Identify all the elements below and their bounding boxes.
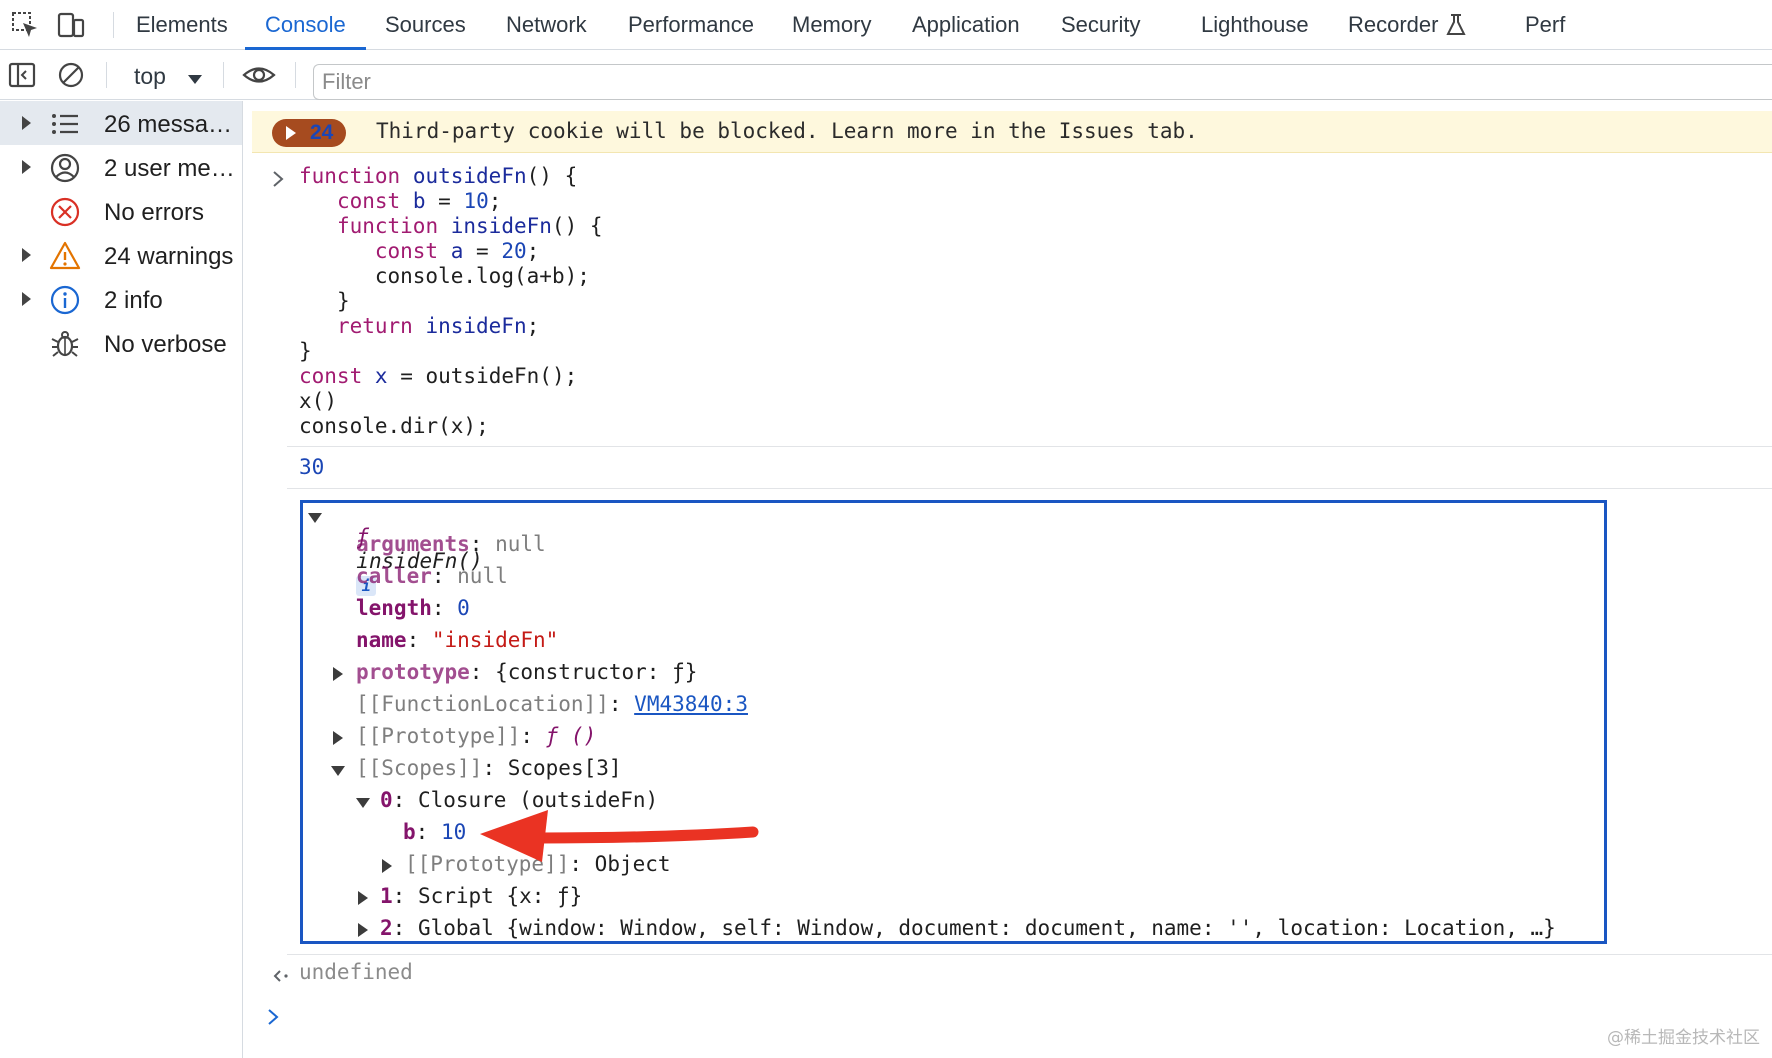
sidebar-item-label: 24 warnings [104,243,234,270]
log-output-value: 30 [299,455,325,479]
prop-prototype[interactable]: prototype: {constructor: ƒ} [356,660,697,684]
code-line: function outsideFn() { [299,164,578,188]
source-link[interactable]: VM43840:3 [634,692,748,716]
return-value: undefined [299,960,413,984]
tab-performance-insights[interactable]: Perf [1525,0,1565,50]
list-icon [52,114,78,134]
issue-count: 24 [310,121,334,144]
tab-recorder[interactable]: Recorder [1348,0,1466,50]
divider [287,446,1772,447]
sidebar-item-label: 2 user me… [104,155,235,182]
toolbar-separator [295,62,296,88]
issue-message: Third-party cookie will be blocked. Lear… [376,119,1198,143]
tab-console[interactable]: Console [245,0,366,50]
collapse-arrow-icon[interactable] [308,513,322,523]
tab-performance[interactable]: Performance [628,0,754,50]
return-value-icon [273,970,288,982]
play-icon [286,126,296,140]
expand-arrow-icon[interactable] [22,292,31,306]
expand-arrow-icon[interactable] [22,248,31,262]
filter-input[interactable]: Filter [313,64,1772,100]
warning-icon [49,241,81,270]
sidebar-item-info[interactable]: 2 info [0,277,242,321]
error-icon [50,197,80,227]
scope-global[interactable]: 2: Global {window: Window, self: Window,… [380,916,1605,940]
divider [287,954,1772,955]
code-line: return insideFn; [336,314,540,338]
code-line: } [336,289,350,313]
closure-var-b: b: 10 [403,820,467,844]
prop-arguments: arguments: null [356,532,546,556]
chevron-down-icon[interactable] [188,75,202,84]
code-line: } [299,339,312,363]
code-line: const b = 10; [336,189,502,213]
bug-icon [51,331,79,357]
scope-script[interactable]: 1: Script {x: ƒ} [380,884,582,908]
sidebar-item-warnings[interactable]: 24 warnings [0,233,242,277]
code-line: function insideFn() { [336,214,603,238]
expand-arrow-icon[interactable] [22,116,31,130]
code-line: console.dir(x); [299,414,489,438]
sidebar-item-messages[interactable]: 26 messa… [0,101,242,145]
collapse-arrow-icon[interactable] [356,798,370,808]
prop-length: length: 0 [356,596,470,620]
console-sidebar: 26 messa… 2 user me… No errors 24 warnin… [0,101,243,1058]
user-icon [50,153,80,183]
inspect-element-icon[interactable] [10,10,40,40]
sidebar-item-user-messages[interactable]: 2 user me… [0,145,242,189]
code-line: const a = 20; [374,239,540,263]
context-selector[interactable]: top [134,60,166,92]
tab-application[interactable]: Application [912,0,1020,50]
issue-count-badge[interactable]: 24 [272,119,346,147]
prop-function-location: [[FunctionLocation]]: VM43840:3 [356,692,748,716]
tab-security[interactable]: Security [1061,0,1140,50]
issue-banner[interactable]: 24 Third-party cookie will be blocked. L… [252,111,1772,153]
prop-scopes[interactable]: [[Scopes]]: Scopes[3] [356,756,622,780]
divider [287,488,1772,489]
collapse-arrow-icon[interactable] [331,766,345,776]
expand-arrow-icon[interactable] [358,891,368,905]
expand-arrow-icon[interactable] [333,731,343,745]
input-prompt-icon [273,171,284,187]
expand-arrow-icon[interactable] [333,667,343,681]
annotation-arrow [480,810,759,862]
sidebar-toggle-icon[interactable] [7,60,37,90]
sidebar-item-label: No errors [104,199,205,226]
prop-caller: caller: null [356,564,508,588]
sidebar-item-label: 2 info [104,287,163,314]
device-toolbar-icon[interactable] [56,10,86,40]
tab-separator [113,12,114,38]
prop-internal-prototype[interactable]: [[Prototype]]: ƒ () [356,724,596,748]
sidebar-item-errors[interactable]: No errors [0,189,242,233]
watermark: @稀土掘金技术社区 [1607,1028,1760,1048]
toolbar-separator [106,62,107,88]
prop-name: name: "insideFn" [356,628,559,652]
tab-memory[interactable]: Memory [792,0,871,50]
sidebar-item-label: No verbose [104,331,227,358]
console-input-code: function outsideFn() { const b = 10; fun… [299,164,603,439]
sidebar-item-label: 26 messa… [104,111,233,138]
clear-console-icon[interactable] [56,60,86,90]
code-line: console.log(a+b); [374,264,590,288]
flask-icon [1446,14,1466,35]
sidebar-item-verbose[interactable]: No verbose [0,321,242,365]
tab-sources[interactable]: Sources [385,0,466,50]
eye-icon[interactable] [241,60,277,90]
tab-network[interactable]: Network [506,0,587,50]
tab-recorder-label: Recorder [1348,12,1439,37]
console-prompt-icon[interactable] [266,1008,280,1026]
expand-arrow-icon[interactable] [358,923,368,937]
expand-arrow-icon[interactable] [382,859,392,873]
tab-lighthouse[interactable]: Lighthouse [1201,0,1309,50]
code-line: x() [299,389,337,413]
toolbar-separator [223,62,224,88]
expand-arrow-icon[interactable] [22,160,31,174]
tab-elements[interactable]: Elements [136,0,228,50]
code-line: const x = outsideFn(); [299,364,578,388]
devtools-tab-bar: Elements Console Sources Network Perform… [0,0,1772,50]
info-icon [50,285,80,315]
